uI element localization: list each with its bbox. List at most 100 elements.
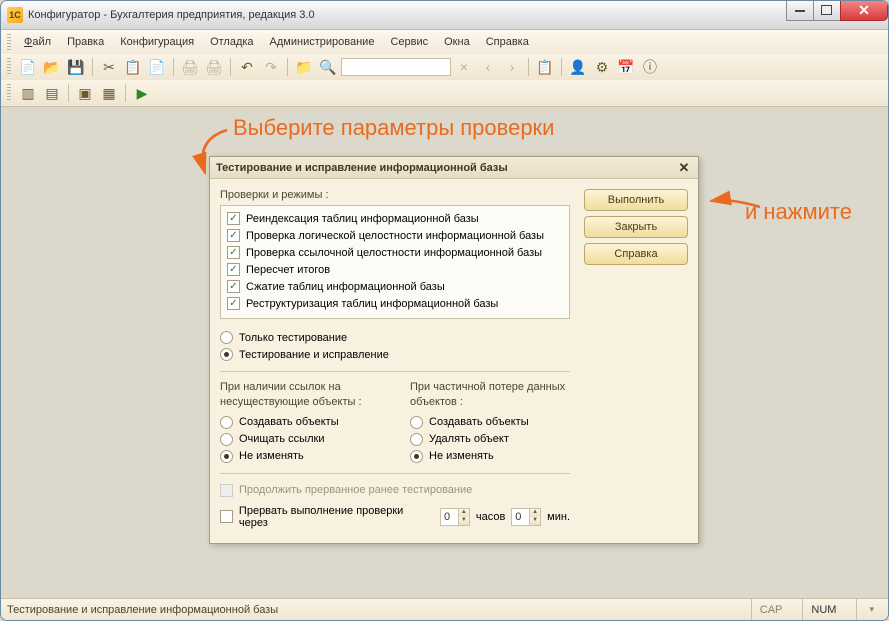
print-icon[interactable]: 🖨 bbox=[179, 56, 201, 78]
hours-spinner[interactable]: 0 ▲▼ bbox=[440, 508, 470, 526]
divider bbox=[220, 371, 570, 372]
check-row[interactable]: ✓ Реиндексация таблиц информационной баз… bbox=[227, 210, 563, 227]
checkbox-icon[interactable]: ✓ bbox=[227, 297, 240, 310]
radio-icon[interactable] bbox=[220, 348, 233, 361]
print-preview-icon[interactable]: 🖨 bbox=[203, 56, 225, 78]
paste-icon[interactable]: 📄 bbox=[146, 56, 168, 78]
panel2-icon[interactable]: ▤ bbox=[41, 82, 63, 104]
radio-icon[interactable] bbox=[220, 433, 233, 446]
checkbox-icon[interactable]: ✓ bbox=[227, 280, 240, 293]
menu-config[interactable]: Конфигурация bbox=[113, 33, 201, 51]
menu-admin[interactable]: Администрирование bbox=[263, 33, 382, 51]
checkbox-icon bbox=[220, 484, 233, 497]
check-row[interactable]: ✓ Проверка ссылочной целостности информа… bbox=[227, 244, 563, 261]
radio-label: Не изменять bbox=[239, 450, 304, 462]
checkbox-icon[interactable]: ✓ bbox=[227, 229, 240, 242]
window-close-button[interactable]: ✕ bbox=[840, 1, 888, 21]
calendar-icon[interactable]: 📅 bbox=[615, 56, 637, 78]
panel1-icon[interactable]: ▥ bbox=[17, 82, 39, 104]
radio-label: Тестирование и исправление bbox=[239, 349, 389, 361]
checkbox-icon[interactable]: ✓ bbox=[227, 212, 240, 225]
restore-button[interactable] bbox=[813, 1, 841, 21]
separator bbox=[561, 58, 562, 76]
app-window: 1C Конфигуратор - Бухгалтерия предприяти… bbox=[0, 0, 889, 621]
menu-debug[interactable]: Отладка bbox=[203, 33, 260, 51]
continue-checkbox-row[interactable]: Продолжить прерванное ранее тестирование bbox=[220, 482, 570, 499]
refs-radio-row[interactable]: Очищать ссылки bbox=[220, 431, 380, 448]
execute-button[interactable]: Выполнить bbox=[584, 189, 688, 211]
check-label: Реиндексация таблиц информационной базы bbox=[246, 213, 479, 225]
dialog-titlebar[interactable]: Тестирование и исправление информационно… bbox=[210, 157, 698, 179]
refs-radio-row[interactable]: Не изменять bbox=[220, 448, 380, 465]
minimize-button[interactable] bbox=[786, 1, 814, 21]
menu-service[interactable]: Сервис bbox=[383, 33, 435, 51]
titlebar: 1C Конфигуратор - Бухгалтерия предприяти… bbox=[1, 1, 888, 30]
save-icon[interactable]: 💾 bbox=[65, 56, 87, 78]
panel3-icon[interactable]: ▣ bbox=[74, 82, 96, 104]
menu-windows[interactable]: Окна bbox=[437, 33, 477, 51]
check-row[interactable]: ✓ Реструктуризация таблиц информационной… bbox=[227, 295, 563, 312]
minutes-spinner[interactable]: 0 ▲▼ bbox=[511, 508, 541, 526]
menu-help[interactable]: Справка bbox=[479, 33, 536, 51]
radio-label: Не изменять bbox=[429, 450, 494, 462]
search-next1-icon[interactable]: ‹ bbox=[477, 56, 499, 78]
checkbox-icon[interactable] bbox=[220, 510, 233, 523]
radio-icon[interactable] bbox=[220, 331, 233, 344]
interrupt-row: Прервать выполнение проверки через 0 ▲▼ … bbox=[220, 499, 570, 529]
panel4-icon[interactable]: ▦ bbox=[98, 82, 120, 104]
checkbox-icon[interactable]: ✓ bbox=[227, 246, 240, 259]
find-icon[interactable]: 📁 bbox=[293, 56, 315, 78]
help-icon[interactable]: ⓘ bbox=[639, 56, 661, 78]
copy-icon[interactable]: 📋 bbox=[122, 56, 144, 78]
new-icon[interactable]: 📄 bbox=[17, 56, 39, 78]
checkbox-icon[interactable]: ✓ bbox=[227, 263, 240, 276]
syntax-icon[interactable]: ⚙ bbox=[591, 56, 613, 78]
gripper-icon bbox=[7, 58, 11, 76]
minutes-value: 0 bbox=[515, 511, 521, 523]
cut-icon[interactable]: ✂ bbox=[98, 56, 120, 78]
partial-radio-row[interactable]: Создавать объекты bbox=[410, 414, 570, 431]
radio-label: Только тестирование bbox=[239, 332, 347, 344]
separator bbox=[173, 58, 174, 76]
gripper-icon bbox=[7, 84, 11, 102]
undo-icon[interactable]: ↶ bbox=[236, 56, 258, 78]
partial-column: При частичной потере данных объектов : С… bbox=[410, 380, 570, 465]
search-input[interactable] bbox=[341, 58, 451, 76]
hours-label: часов bbox=[476, 511, 505, 523]
close-button[interactable]: Закрыть bbox=[584, 216, 688, 238]
gripper-icon bbox=[7, 34, 11, 50]
radio-icon[interactable] bbox=[410, 433, 423, 446]
radio-icon[interactable] bbox=[220, 450, 233, 463]
checks-list: ✓ Реиндексация таблиц информационной баз… bbox=[220, 205, 570, 319]
open-icon[interactable]: 📂 bbox=[41, 56, 63, 78]
radio-icon[interactable] bbox=[410, 450, 423, 463]
check-row[interactable]: ✓ Пересчет итогов bbox=[227, 261, 563, 278]
menu-edit[interactable]: Правка bbox=[60, 33, 111, 51]
copy2-icon[interactable]: 📋 bbox=[534, 56, 556, 78]
mode-radio-row[interactable]: Тестирование и исправление bbox=[220, 346, 570, 363]
status-text: Тестирование и исправление информационно… bbox=[7, 604, 278, 616]
mode-radio-row[interactable]: Только тестирование bbox=[220, 329, 570, 346]
radio-icon[interactable] bbox=[220, 416, 233, 429]
status-dropdown[interactable] bbox=[856, 599, 882, 621]
divider bbox=[220, 473, 570, 474]
search-prev-icon[interactable]: × bbox=[453, 56, 475, 78]
search-icon[interactable]: 🔍 bbox=[317, 56, 339, 78]
refs-radio-row[interactable]: Создавать объекты bbox=[220, 414, 380, 431]
partial-radio-row[interactable]: Удалять объект bbox=[410, 431, 570, 448]
redo-icon[interactable]: ↷ bbox=[260, 56, 282, 78]
search-next2-icon[interactable]: › bbox=[501, 56, 523, 78]
user-icon[interactable]: 👤 bbox=[567, 56, 589, 78]
check-row[interactable]: ✓ Сжатие таблиц информационной базы bbox=[227, 278, 563, 295]
radio-icon[interactable] bbox=[410, 416, 423, 429]
dialog-close-button[interactable]: ✕ bbox=[676, 160, 692, 176]
partial-radio-row[interactable]: Не изменять bbox=[410, 448, 570, 465]
hours-value: 0 bbox=[444, 511, 450, 523]
check-row[interactable]: ✓ Проверка логической целостности информ… bbox=[227, 227, 563, 244]
help-button[interactable]: Справка bbox=[584, 243, 688, 265]
separator bbox=[528, 58, 529, 76]
annotation-right: и нажмите bbox=[745, 199, 852, 225]
menu-file[interactable]: Файл bbox=[17, 33, 58, 51]
partial-heading: При частичной потере данных объектов : bbox=[410, 380, 570, 410]
run-icon[interactable]: ▶ bbox=[131, 82, 153, 104]
